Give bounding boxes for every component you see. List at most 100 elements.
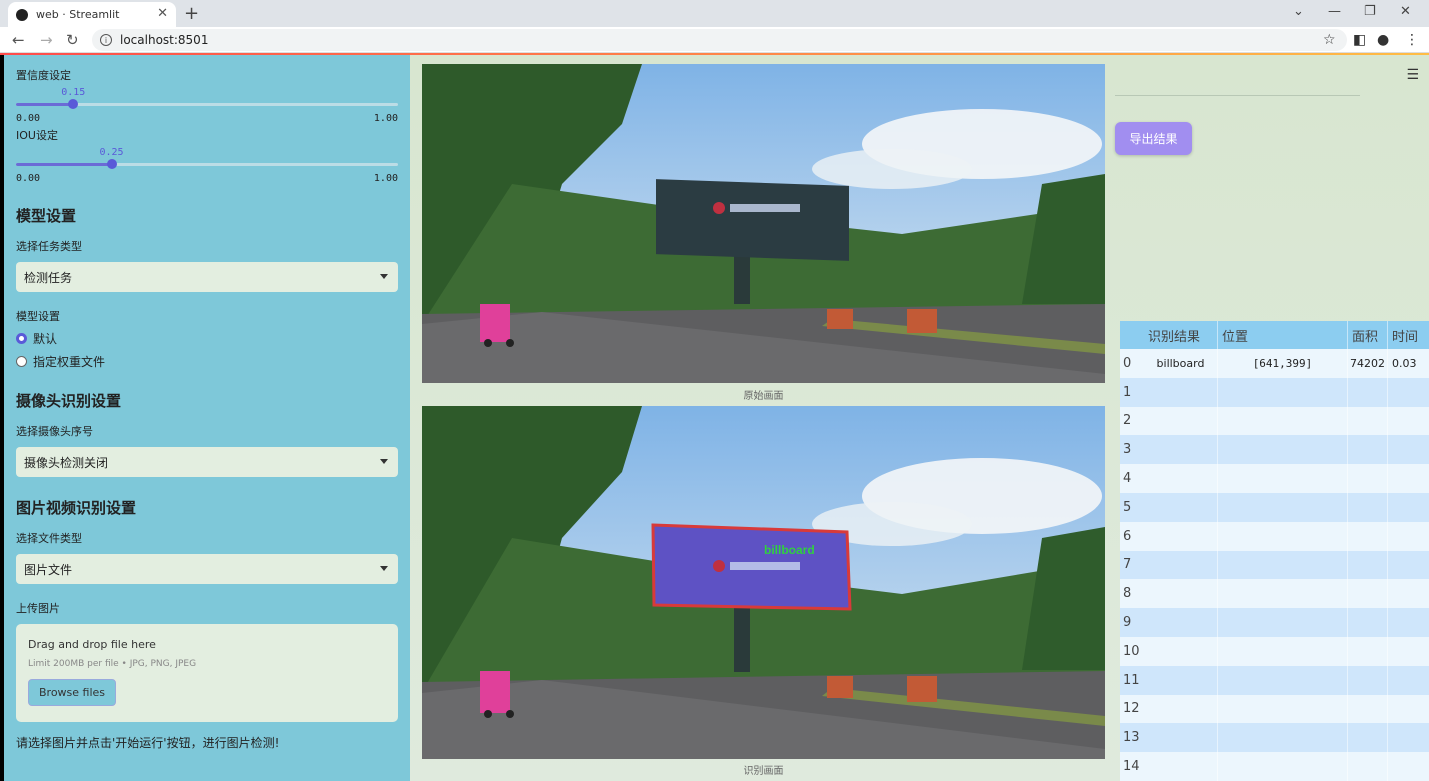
detection-label-text: billboard (764, 543, 815, 557)
table-row[interactable]: 3 (1120, 435, 1429, 465)
table-row[interactable]: 13 (1120, 723, 1429, 753)
cell-position (1218, 406, 1348, 436)
table-row[interactable]: 14 (1120, 752, 1429, 781)
original-photo-scene (422, 64, 1105, 383)
cell-area (1348, 665, 1388, 695)
iou-value: 0.25 (99, 147, 124, 158)
table-row[interactable]: 4 (1120, 464, 1429, 493)
row-index: 12 (1123, 701, 1140, 717)
cell-time (1388, 666, 1429, 695)
file-dropzone[interactable]: Drag and drop file here Limit 200MB per … (16, 624, 398, 722)
header-position[interactable]: 位置 (1218, 321, 1348, 349)
cell-area (1348, 521, 1388, 551)
cell-result (1144, 579, 1218, 609)
conf-thumb[interactable] (68, 99, 79, 109)
cell-position (1218, 464, 1348, 493)
table-row[interactable]: 12 (1120, 694, 1429, 724)
browse-files-button[interactable]: Browse files (28, 679, 117, 706)
table-row[interactable]: 0 billboard [641,399] 74202 0.03 (1120, 349, 1429, 378)
bookmark-star-icon[interactable]: ☆ (1323, 32, 1336, 48)
export-results-button[interactable]: 导出结果 (1115, 122, 1192, 155)
detected-caption: 识别画面 (743, 766, 784, 777)
cell-position (1218, 608, 1348, 637)
table-row[interactable]: 1 (1120, 377, 1429, 407)
row-index: 7 (1123, 557, 1132, 573)
tab-search-icon[interactable]: ⌄ (1293, 4, 1304, 19)
camera-index-label: 选择摄像头序号 (16, 425, 93, 438)
browser-menu-icon[interactable]: ⋮ (1405, 32, 1419, 48)
model-setting-label: 模型设置 (16, 310, 60, 323)
file-type-select[interactable]: 图片文件 (16, 554, 398, 584)
radio-selected-icon (16, 333, 27, 344)
table-row[interactable]: 11 (1120, 665, 1429, 695)
cell-area: 74202 (1348, 349, 1388, 378)
chevron-down-icon (380, 459, 388, 464)
header-area[interactable]: 面积 (1348, 321, 1388, 349)
forward-icon[interactable]: → (40, 31, 53, 49)
file-type-label: 选择文件类型 (16, 532, 82, 545)
row-index: 6 (1123, 528, 1132, 544)
close-tab-icon[interactable]: ✕ (157, 6, 168, 21)
cell-area (1348, 694, 1388, 724)
new-tab-icon[interactable]: + (184, 3, 199, 24)
cell-result (1144, 377, 1218, 407)
browser-tabbar: web · Streamlit ✕ + ⌄ — ❐ ✕ (0, 0, 1429, 27)
cell-time (1388, 752, 1429, 781)
table-row[interactable]: 2 (1120, 406, 1429, 436)
conf-slider[interactable]: 0.15 0.00 1.00 (16, 87, 398, 131)
url-input[interactable]: i localhost:8501 (92, 29, 1347, 51)
cell-position (1218, 579, 1348, 609)
table-header-row: 识别结果 位置 面积 时间 (1120, 321, 1429, 349)
model-settings-header: 模型设置 (16, 207, 77, 225)
row-index: 8 (1123, 586, 1132, 602)
task-type-select[interactable]: 检测任务 (16, 262, 398, 292)
table-row[interactable]: 10 (1120, 636, 1429, 666)
row-index: 14 (1123, 759, 1140, 775)
table-row[interactable]: 8 (1120, 579, 1429, 609)
side-panel-icon[interactable]: ◧ (1353, 32, 1366, 48)
back-icon[interactable]: ← (12, 31, 25, 49)
hamburger-menu-icon[interactable]: ☰ (1406, 67, 1419, 83)
row-index: 5 (1123, 499, 1132, 515)
minimize-icon[interactable]: — (1328, 4, 1341, 19)
radio-custom-weights[interactable]: 指定权重文件 (16, 353, 398, 370)
table-row[interactable]: 7 (1120, 550, 1429, 580)
table-row[interactable]: 5 (1120, 492, 1429, 522)
iou-slider[interactable]: 0.25 0.00 1.00 (16, 147, 398, 191)
cell-time: 0.03 (1392, 356, 1417, 370)
iou-max: 1.00 (373, 173, 398, 184)
cell-time (1388, 407, 1429, 436)
cell-area (1348, 464, 1388, 493)
cell-position (1218, 752, 1348, 781)
chevron-down-icon (380, 566, 388, 571)
table-row[interactable]: 6 (1120, 521, 1429, 551)
task-type-label: 选择任务类型 (16, 240, 82, 253)
row-index: 13 (1123, 730, 1140, 746)
cell-position (1218, 492, 1348, 522)
cell-position (1218, 435, 1348, 465)
browser-tab[interactable]: web · Streamlit ✕ (8, 2, 176, 27)
radio-default-label: 默认 (33, 332, 58, 346)
header-time[interactable]: 时间 (1388, 321, 1429, 349)
site-info-icon[interactable]: i (100, 34, 112, 46)
window-close-icon[interactable]: ✕ (1400, 4, 1411, 19)
cell-area (1348, 636, 1388, 666)
reload-icon[interactable]: ↻ (66, 31, 79, 49)
cell-position (1218, 694, 1348, 724)
cell-time (1388, 551, 1429, 580)
radio-default[interactable]: 默认 (16, 330, 398, 347)
cell-time (1388, 608, 1429, 637)
results-table[interactable]: 识别结果 位置 面积 时间 0 billboard [641,399] 74202 0.… (1120, 321, 1429, 781)
cell-area (1348, 579, 1388, 609)
table-row[interactable]: 9 (1120, 608, 1429, 637)
header-result[interactable]: 识别结果 (1144, 321, 1218, 349)
restore-icon[interactable]: ❐ (1364, 4, 1376, 19)
row-index: 2 (1123, 413, 1132, 429)
radio-custom-label: 指定权重文件 (33, 355, 106, 369)
divider (1115, 95, 1360, 96)
cell-time (1388, 378, 1429, 407)
profile-avatar-icon[interactable]: ● (1377, 32, 1389, 48)
iou-thumb[interactable] (106, 159, 117, 169)
camera-select[interactable]: 摄像头检测关闭 (16, 447, 398, 477)
row-index: 10 (1123, 643, 1140, 659)
